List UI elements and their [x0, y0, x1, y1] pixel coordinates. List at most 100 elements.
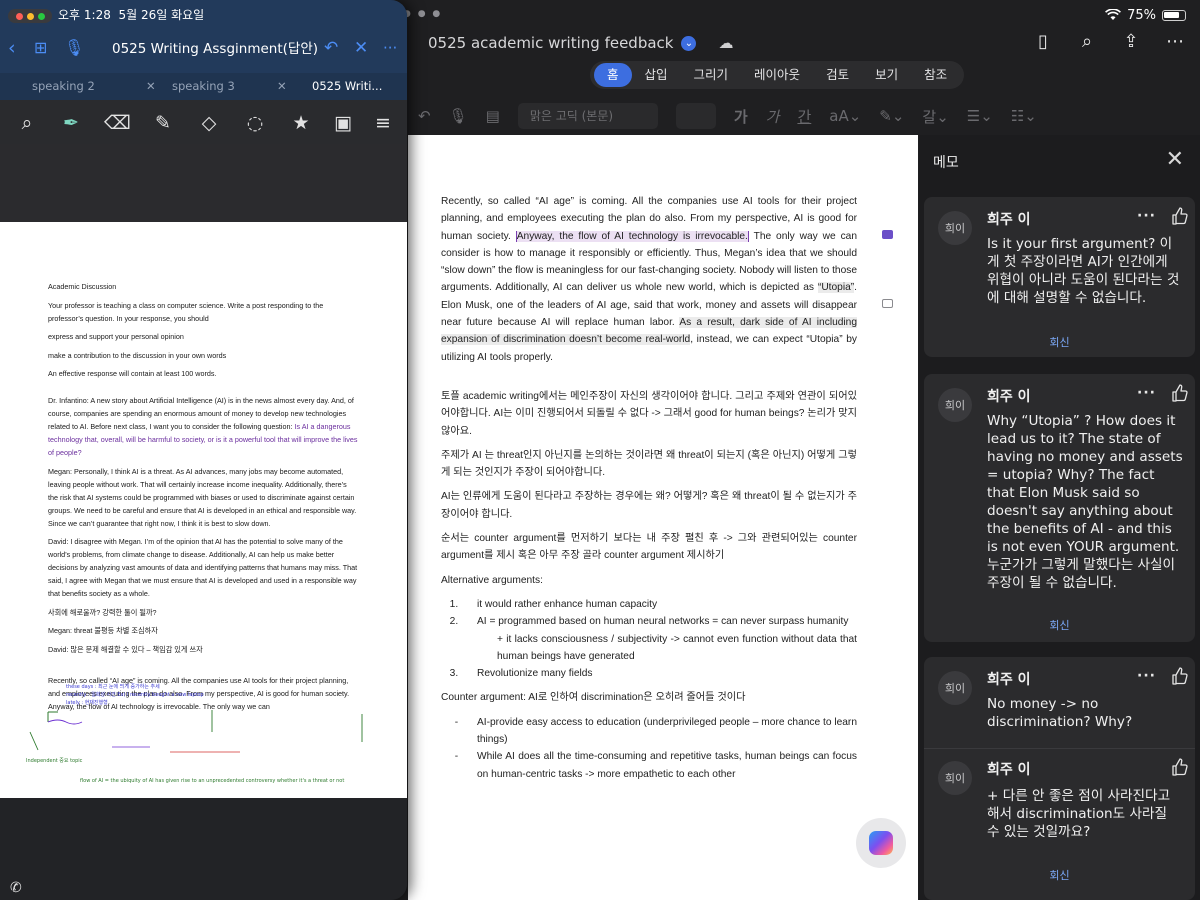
- counter-argument-list: AI-provide easy access to education (und…: [461, 714, 857, 783]
- tab-references[interactable]: 참조: [911, 63, 960, 87]
- font-size-box[interactable]: [675, 103, 716, 129]
- tab-review[interactable]: 검토: [813, 63, 862, 87]
- comment-marker-icon[interactable]: [882, 299, 893, 308]
- comment-text: No money -> no discrimination? Why?: [987, 696, 1133, 730]
- pen-color-icon[interactable]: ≡: [370, 110, 396, 136]
- cloud-sync-icon[interactable]: ☁: [718, 34, 733, 52]
- comment-text: Why “Utopia” ? How does it lead us to it…: [987, 413, 1183, 591]
- italic-icon[interactable]: 가: [766, 106, 780, 127]
- list-item: Revolutionize many fields: [461, 665, 857, 682]
- document-page[interactable]: Recently, so called “AI age” is coming. …: [408, 135, 918, 900]
- comment-text: Is it your first argument? 이게 첫 주장이라면 AI…: [987, 236, 1180, 306]
- ribbon-toolbar: ↶ 🎙 ▤ 맑은 고딕 (본문) 가 가 간 aA⌄ ✎⌄ 갈⌄ ☰⌄ ☷⌄: [418, 98, 1200, 134]
- undo-icon[interactable]: ↶: [324, 36, 338, 60]
- shapes-icon[interactable]: ◇: [196, 110, 222, 136]
- image-icon[interactable]: ▣: [330, 110, 356, 136]
- reply-button[interactable]: 회신: [924, 867, 1195, 883]
- back-icon[interactable]: ‹: [8, 36, 16, 60]
- prompt-line: An effective response will contain at le…: [48, 369, 217, 378]
- status-time: 오후 1:28 5월 26일 화요일: [58, 8, 205, 22]
- paste-icon[interactable]: ▤: [486, 107, 500, 125]
- undo-icon[interactable]: ↶: [418, 107, 431, 125]
- close-tab-icon[interactable]: ✕: [277, 73, 287, 100]
- close-tab-icon[interactable]: ✕: [146, 73, 156, 100]
- ribbon-tabs: 홈 삽입 그리기 레이아웃 검토 보기 참조: [590, 61, 965, 89]
- notebook-title[interactable]: 0525 Writing Assginment(답안): [112, 37, 318, 57]
- comment-marker-icon[interactable]: [882, 230, 893, 239]
- bullets-icon[interactable]: ☰⌄: [967, 107, 993, 125]
- minimize-window-icon[interactable]: [26, 12, 34, 20]
- reply-button[interactable]: 회신: [924, 334, 1195, 350]
- handwritten-note: these days : 최근 눈에 띄게 증가하는 추세: [66, 684, 160, 690]
- tab-speaking-3[interactable]: speaking 3: [172, 73, 235, 100]
- bold-icon[interactable]: 가: [734, 106, 748, 127]
- tab-insert[interactable]: 삽입: [632, 63, 681, 87]
- search-icon[interactable]: ⌕: [1076, 31, 1098, 52]
- avatar: 희이: [938, 761, 972, 795]
- more-icon[interactable]: ···: [1137, 208, 1156, 224]
- tab-draw[interactable]: 그리기: [681, 63, 742, 87]
- window-controls[interactable]: [8, 9, 52, 23]
- comment-card[interactable]: 희이 희주 이 ··· Is it your first argument? 이…: [924, 197, 1195, 357]
- page-gutter: [0, 144, 407, 222]
- copilot-button[interactable]: [856, 818, 906, 868]
- close-icon[interactable]: ✕: [1166, 147, 1184, 172]
- more-icon[interactable]: ···: [383, 36, 397, 60]
- more-icon[interactable]: ⋯: [1164, 31, 1186, 52]
- comment-card[interactable]: 희이 희주 이 ··· Why “Utopia” ? How does it l…: [924, 374, 1195, 642]
- like-icon[interactable]: [1169, 666, 1189, 686]
- more-icon[interactable]: ···: [1137, 668, 1156, 684]
- list-item: AI-provide easy access to education (und…: [461, 714, 857, 749]
- highlighter-icon[interactable]: ✎: [150, 110, 176, 136]
- share-icon[interactable]: ⇪: [1120, 31, 1142, 52]
- tab-speaking-2[interactable]: speaking 2: [32, 73, 95, 100]
- tab-home[interactable]: 홈: [594, 63, 632, 87]
- tab-layout[interactable]: 레이아웃: [741, 63, 813, 87]
- reply-button[interactable]: 회신: [924, 617, 1195, 633]
- pen-icon[interactable]: ✒: [58, 110, 84, 136]
- comment-thread[interactable]: 희이 희주 이 ··· No money -> no discriminatio…: [924, 657, 1195, 900]
- numbering-icon[interactable]: ☷⌄: [1011, 107, 1037, 125]
- screen: ● ● ● 75% 0525 academic writing feedback…: [0, 0, 1200, 900]
- highlight-icon[interactable]: ✎⌄: [879, 107, 904, 125]
- document-title[interactable]: 0525 academic writing feedback ⌄ ☁: [428, 32, 733, 54]
- text-style-icon[interactable]: aA⌄: [829, 107, 861, 125]
- font-color-icon[interactable]: 갈⌄: [922, 106, 948, 127]
- prompt-line: make a contribution to the discussion in…: [48, 350, 227, 360]
- summary-line: 사회에 해로울까? 강력한 툴이 될까?: [48, 607, 157, 617]
- document-body: Recently, so called “AI age” is coming. …: [441, 193, 858, 783]
- close-icon[interactable]: ✕: [354, 36, 368, 60]
- phone-view-icon[interactable]: ▯: [1032, 31, 1054, 52]
- battery-percent: 75%: [1127, 7, 1156, 23]
- comment-highlight-1[interactable]: Anyway, the flow of AI technology is irr…: [515, 230, 749, 242]
- multitask-dots-icon[interactable]: ● ● ●: [403, 9, 442, 19]
- lasso-icon[interactable]: ◌: [242, 110, 268, 136]
- notes-page[interactable]: Academic Discussion Your professor is te…: [0, 222, 407, 798]
- microphone-icon[interactable]: 🎙: [449, 107, 468, 125]
- underline-icon[interactable]: 간: [797, 106, 811, 127]
- grid-icon[interactable]: ⊞: [34, 36, 47, 60]
- font-name-box[interactable]: 맑은 고딕 (본문): [517, 103, 658, 129]
- top-right-actions: ▯ ⌕ ⇪ ⋯: [1032, 31, 1186, 52]
- megan-post: Megan: Personally, I think AI is a threa…: [48, 466, 357, 528]
- like-icon[interactable]: [1169, 757, 1189, 777]
- comment-highlight-2[interactable]: “Utopia”: [817, 282, 855, 294]
- phone-icon[interactable]: ✆: [10, 880, 22, 896]
- copilot-icon: [869, 831, 893, 855]
- tab-writing-assignment[interactable]: 0525 Writi...: [312, 73, 382, 100]
- feedback-paragraph-2: 주제가 AI 는 threat인지 아닌지를 논의하는 것이라면 왜 threa…: [441, 449, 857, 479]
- maximize-window-icon[interactable]: [37, 12, 45, 20]
- close-window-icon[interactable]: [15, 12, 23, 20]
- microphone-icon[interactable]: 🎙: [64, 36, 84, 60]
- document-title-text: 0525 academic writing feedback: [428, 34, 674, 52]
- eraser-icon[interactable]: ⌫: [104, 110, 131, 136]
- comment-author: 희주 이: [987, 762, 1031, 778]
- zoom-window-icon[interactable]: ⌕: [14, 110, 40, 136]
- elements-icon[interactable]: ★: [288, 110, 314, 136]
- professor-post: Dr. Infantino: A new story about Artific…: [48, 396, 358, 457]
- like-icon[interactable]: [1169, 206, 1189, 226]
- tab-view[interactable]: 보기: [862, 63, 911, 87]
- more-icon[interactable]: ···: [1137, 385, 1156, 401]
- like-icon[interactable]: [1169, 383, 1189, 403]
- chevron-down-icon[interactable]: ⌄: [681, 35, 697, 51]
